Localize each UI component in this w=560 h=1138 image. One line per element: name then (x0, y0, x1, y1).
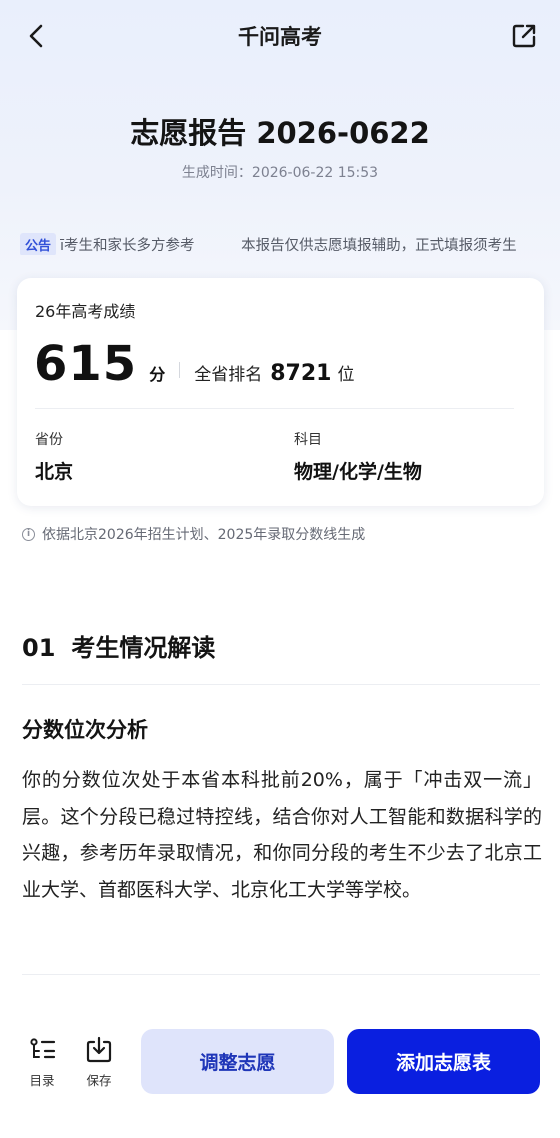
rank-label: 全省排名 (194, 365, 263, 385)
toc-button[interactable]: 目录 (22, 1035, 62, 1089)
score-value: 615 (34, 336, 138, 392)
section-divider (22, 684, 540, 685)
province-value: 北京 (35, 461, 74, 483)
adjust-choices-button[interactable]: 调整志愿 (141, 1029, 334, 1094)
section-divider-bottom (22, 974, 540, 975)
notice-item: ī考生和家长多方参考 (60, 237, 195, 254)
page-title: 千问高考 (238, 25, 322, 49)
subjects-label: 科目 (294, 432, 322, 448)
notice-bar[interactable]: 公告 ī考生和家长多方参考 本报告仅供志愿填报辅助，正式填报须考生 (20, 233, 560, 255)
download-icon (86, 1036, 112, 1063)
score-unit: 分 (149, 365, 166, 384)
notice-ticker: ī考生和家长多方参考 本报告仅供志愿填报辅助，正式填报须考生 (60, 234, 559, 255)
header: 千问高考 (0, 0, 560, 72)
save-button[interactable]: 保存 (79, 1035, 119, 1089)
report-title: 志愿报告 2026-0622 (130, 116, 430, 150)
province-label: 省份 (35, 432, 63, 448)
add-choice-table-button[interactable]: 添加志愿表 (347, 1029, 540, 1094)
list-icon (30, 1038, 56, 1059)
section-title: 01 考生情况解读 (22, 628, 215, 663)
basis-note: i 依据北京2026年招生计划、2025年录取分数线生成 (22, 524, 365, 544)
analysis-paragraph: 你的分数位次处于本省本科批前20%，属于「冲击双一流」层。这个分段已稳过特控线，… (22, 769, 542, 901)
score-year-label: 26年高考成绩 (35, 302, 136, 321)
bottom-action-bar: 目录 保存 调整志愿 添加志愿表 (0, 1013, 560, 1138)
report-generated-time: 生成时间：2026-06-22 15:53 (181, 165, 379, 181)
rank-unit: 位 (337, 365, 355, 385)
info-icon: i (22, 527, 35, 541)
subsection-title: 分数位次分析 (22, 718, 148, 742)
subjects-value: 物理/化学/生物 (294, 461, 422, 483)
share-icon (512, 24, 536, 48)
save-label: 保存 (86, 1073, 112, 1088)
section-number: 01 (22, 634, 56, 662)
rank-value: 8721 (270, 361, 332, 386)
card-divider (35, 408, 514, 409)
toc-label: 目录 (29, 1073, 55, 1088)
basis-note-text: 依据北京2026年招生计划、2025年录取分数线生成 (42, 527, 366, 543)
section-title-text: 考生情况解读 (71, 634, 216, 662)
notice-item: 本报告仅供志愿填报辅助，正式填报须考生 (241, 237, 517, 254)
notice-tag: 公告 (20, 233, 57, 255)
share-button[interactable] (506, 18, 542, 54)
score-separator (179, 362, 181, 378)
score-card: 26年高考成绩 615 分 全省排名 8721 位 省份 北京 科目 物理/化学… (17, 278, 544, 506)
score-row: 615 分 全省排名 8721 位 (34, 336, 354, 392)
